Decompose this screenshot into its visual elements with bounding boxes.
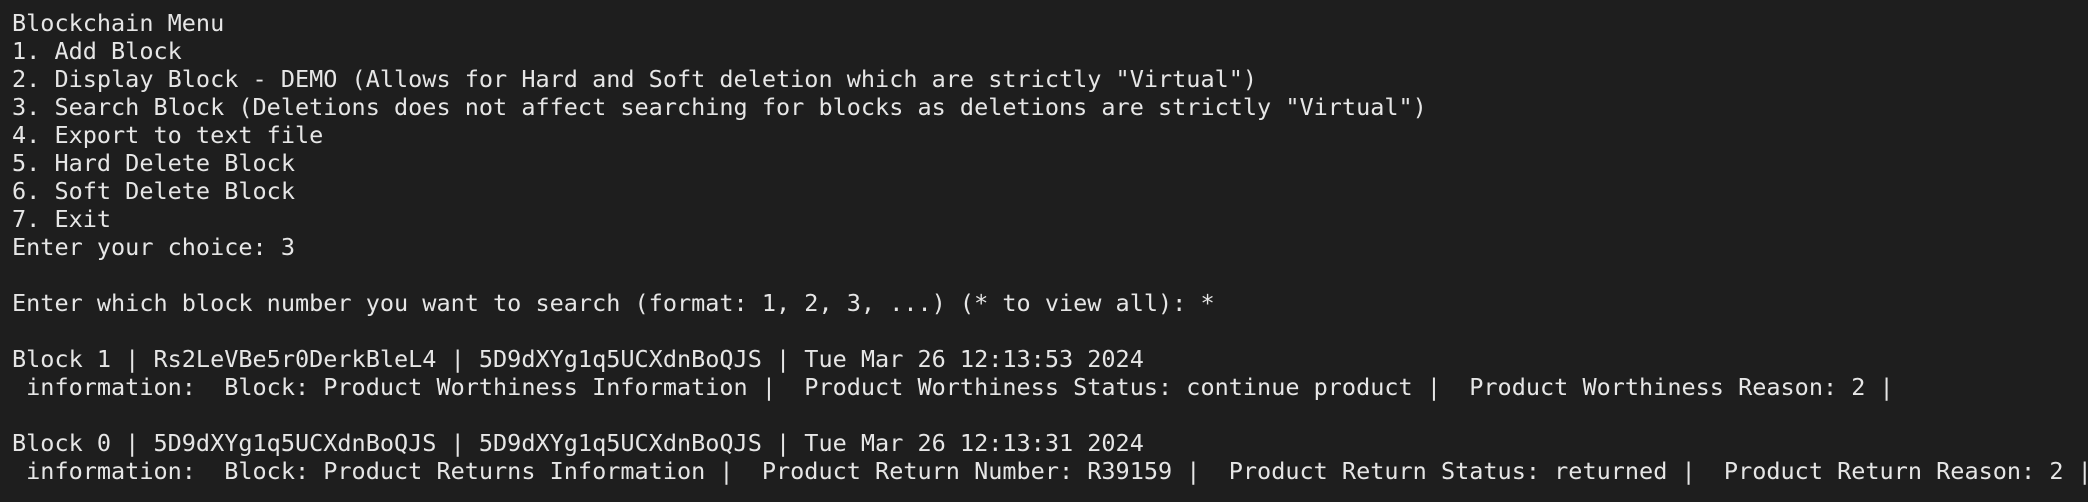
- block-information: information: Block: Product Worthiness I…: [12, 373, 1894, 401]
- menu-item-display-block: 2. Display Block - DEMO (Allows for Hard…: [12, 65, 1258, 93]
- search-prompt: Enter which block number you want to sea…: [12, 289, 1215, 317]
- menu-item-add-block: 1. Add Block: [12, 37, 182, 65]
- terminal-window[interactable]: Blockchain Menu 1. Add Block 2. Display …: [0, 0, 2088, 502]
- block-header: Block 1 | Rs2LeVBe5r0DerkBleL4 | 5D9dXYg…: [12, 345, 1144, 373]
- block-header: Block 0 | 5D9dXYg1q5UCXdnBoQJS | 5D9dXYg…: [12, 429, 1144, 457]
- menu-item-export: 4. Export to text file: [12, 121, 324, 149]
- menu-item-soft-delete: 6. Soft Delete Block: [12, 177, 295, 205]
- menu-item-search-block: 3. Search Block (Deletions does not affe…: [12, 93, 1427, 121]
- menu-item-exit: 7. Exit: [12, 205, 112, 233]
- choice-prompt: Enter your choice: 3: [12, 233, 295, 261]
- block-information: information: Block: Product Returns Info…: [12, 457, 2088, 485]
- menu-item-hard-delete: 5. Hard Delete Block: [12, 149, 295, 177]
- menu-title: Blockchain Menu: [12, 9, 225, 37]
